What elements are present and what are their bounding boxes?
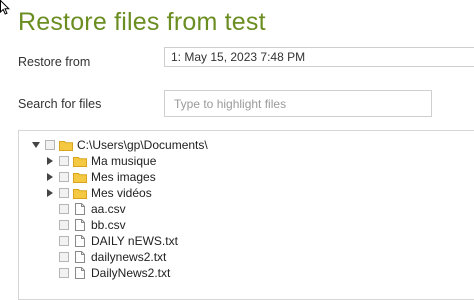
tree-item-checkbox[interactable]	[59, 252, 69, 262]
expand-arrow-icon[interactable]	[45, 172, 55, 182]
tree-item-checkbox[interactable]	[59, 204, 69, 214]
mouse-pointer-icon	[0, 0, 10, 15]
tree-item-checkbox[interactable]	[59, 156, 69, 166]
folder-icon	[73, 187, 87, 199]
file-icon	[73, 203, 87, 215]
tree-file-item[interactable]: dailynews2.txt	[45, 249, 166, 265]
file-icon	[73, 251, 87, 263]
tree-item-label: bb.csv	[91, 218, 126, 232]
tree-folder-item[interactable]: Mes vidéos	[45, 185, 152, 201]
expand-arrow-icon[interactable]	[45, 188, 55, 198]
tree-item-checkbox[interactable]	[59, 188, 69, 198]
tree-root-label: C:\Users\gp\Documents\	[77, 138, 208, 152]
folder-icon	[73, 155, 87, 167]
file-icon	[73, 219, 87, 231]
tree-item-label: Ma musique	[91, 154, 157, 168]
tree-file-item[interactable]: aa.csv	[45, 201, 126, 217]
tree-item-checkbox[interactable]	[59, 268, 69, 278]
file-tree[interactable]: C:\Users\gp\Documents\ Ma musique Mes ima…	[18, 130, 474, 300]
tree-item-checkbox[interactable]	[59, 172, 69, 182]
tree-item-checkbox[interactable]	[59, 220, 69, 230]
tree-item-label: Mes vidéos	[91, 186, 152, 200]
tree-root[interactable]: C:\Users\gp\Documents\	[31, 137, 208, 153]
folder-icon	[59, 139, 73, 151]
tree-item-label: DailyNews2.txt	[91, 266, 171, 280]
restore-from-label: Restore from	[18, 55, 91, 69]
tree-file-item[interactable]: DAILY nEWS.txt	[45, 233, 178, 249]
search-input[interactable]	[164, 90, 432, 117]
tree-root-checkbox[interactable]	[45, 140, 55, 150]
tree-file-item[interactable]: DailyNews2.txt	[45, 265, 170, 281]
restore-from-select[interactable]: 1: May 15, 2023 7:48 PM	[164, 47, 474, 67]
search-label: Search for files	[18, 97, 102, 111]
tree-item-label: DAILY nEWS.txt	[91, 234, 178, 248]
folder-icon	[73, 171, 87, 183]
tree-file-item[interactable]: bb.csv	[45, 217, 126, 233]
tree-item-label: dailynews2.txt	[91, 250, 167, 264]
tree-item-checkbox[interactable]	[59, 236, 69, 246]
tree-folder-item[interactable]: Ma musique	[45, 153, 156, 169]
collapse-arrow-icon[interactable]	[31, 140, 41, 150]
tree-folder-item[interactable]: Mes images	[45, 169, 156, 185]
expand-arrow-icon[interactable]	[45, 156, 55, 166]
tree-item-label: aa.csv	[91, 202, 126, 216]
file-icon	[73, 267, 87, 279]
file-icon	[73, 235, 87, 247]
tree-item-label: Mes images	[91, 170, 156, 184]
dialog-title: Restore files from test	[18, 8, 266, 36]
